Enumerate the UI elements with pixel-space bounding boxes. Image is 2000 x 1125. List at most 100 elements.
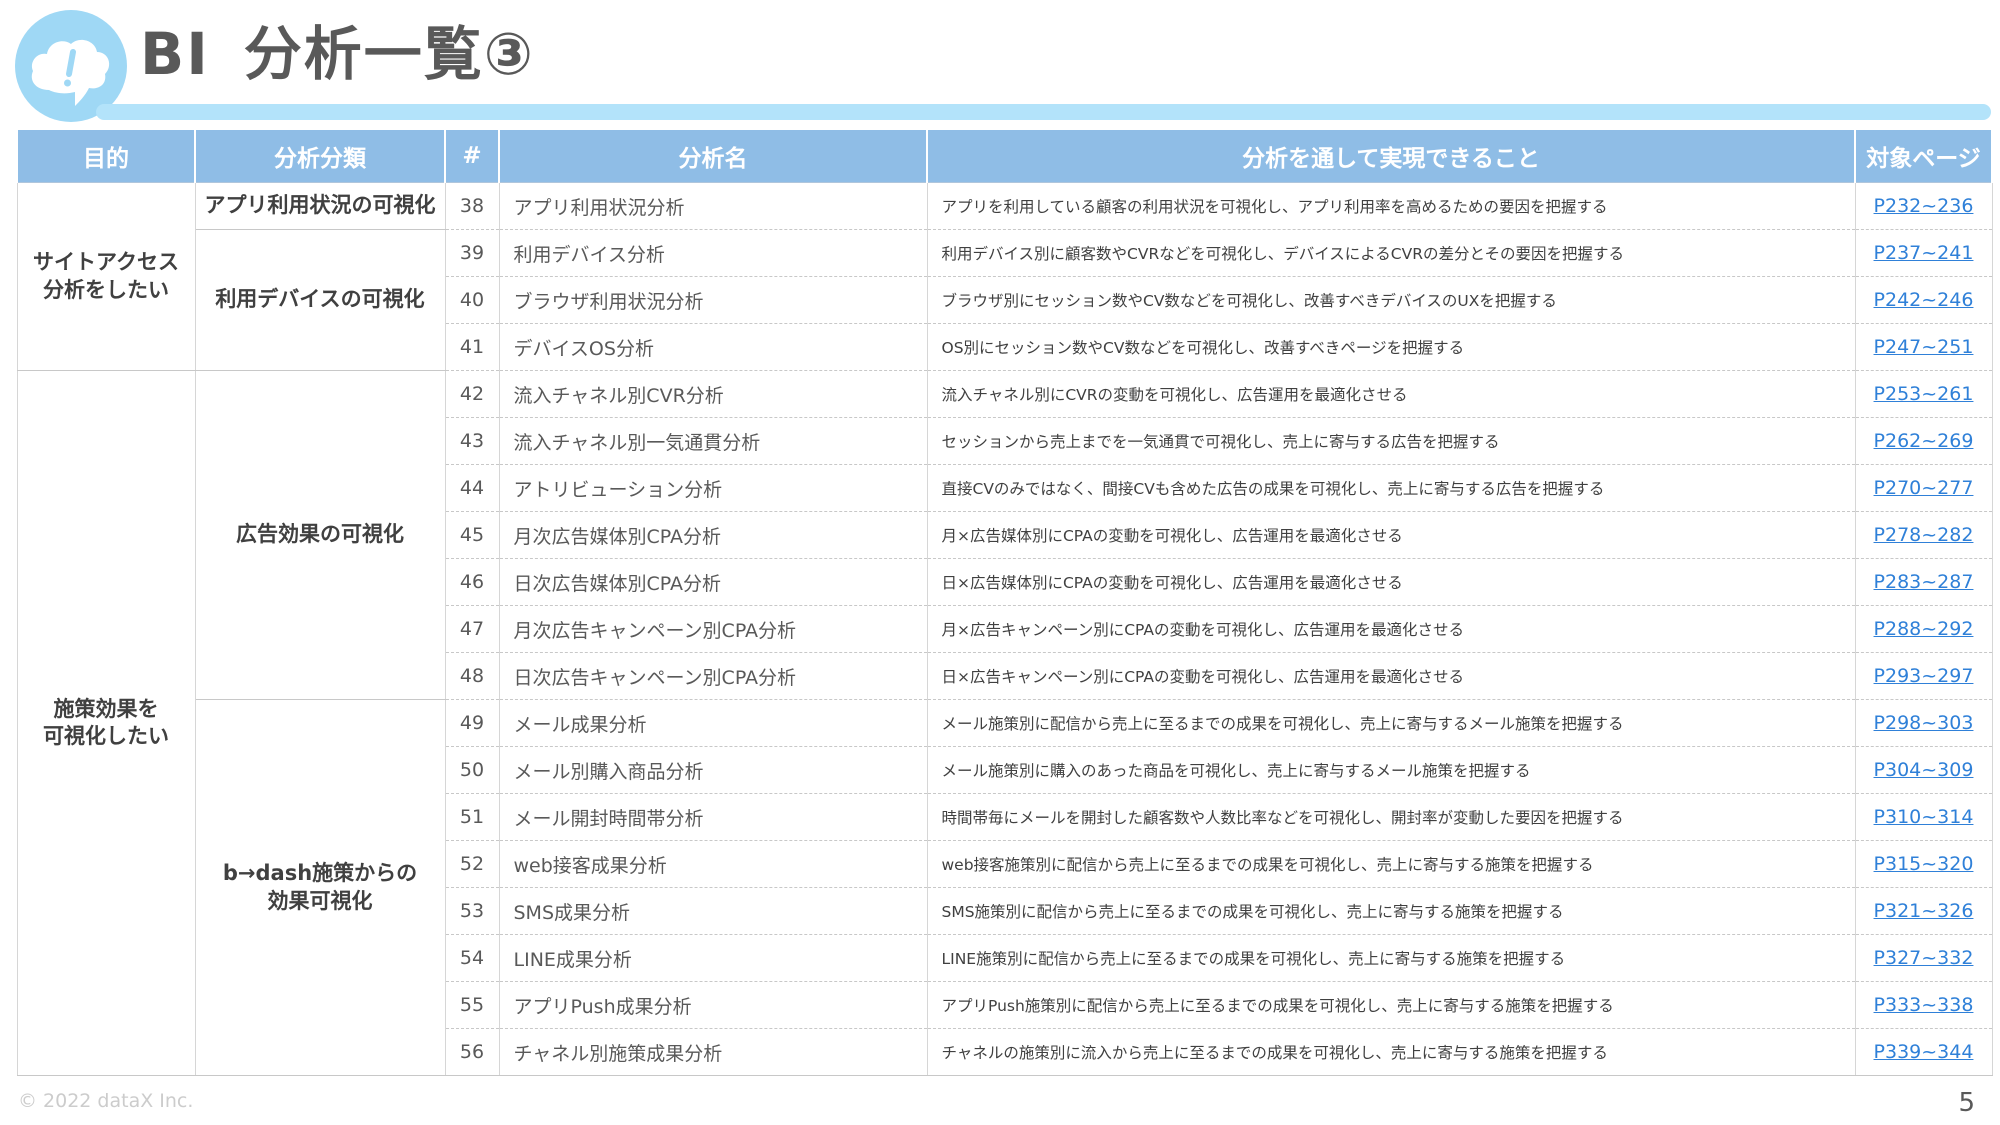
analysis-description: 日×広告媒体別にCPAの変動を可視化し、広告運用を最適化させる <box>926 558 1856 606</box>
row-number: 53 <box>444 887 500 935</box>
analysis-description: SMS施策別に配信から売上に至るまでの成果を可視化し、売上に寄与する施策を把握す… <box>926 887 1856 935</box>
page-title: BI 分析一覧③ <box>140 14 535 94</box>
analysis-table: 目的 分析分類 # 分析名 分析を通して実現できること 対象ページ サイトアクセ… <box>16 130 1993 1076</box>
analysis-name: LINE成果分析 <box>498 934 928 982</box>
page-link[interactable]: P242~246 <box>1874 289 1974 311</box>
category-cell: b→dash施策からの 効果可視化 <box>194 699 446 1076</box>
analysis-name: web接客成果分析 <box>498 840 928 888</box>
analysis-description: web接客施策別に配信から売上に至るまでの成果を可視化し、売上に寄与する施策を把… <box>926 840 1856 888</box>
page-link-cell[interactable]: P247~251 <box>1854 323 1993 371</box>
page-link[interactable]: P237~241 <box>1874 242 1974 264</box>
page-link-cell[interactable]: P242~246 <box>1854 276 1993 324</box>
analysis-description: 月×広告キャンペーン別にCPAの変動を可視化し、広告運用を最適化させる <box>926 605 1856 653</box>
page-link-cell[interactable]: P253~261 <box>1854 370 1993 418</box>
page-link-cell[interactable]: P232~236 <box>1854 182 1993 230</box>
page-link-cell[interactable]: P237~241 <box>1854 229 1993 277</box>
analysis-name: 月次広告媒体別CPA分析 <box>498 511 928 559</box>
title-prefix: BI <box>140 20 210 88</box>
page-link-cell[interactable]: P283~287 <box>1854 558 1993 606</box>
header-category: 分析分類 <box>194 130 446 183</box>
page-link-cell[interactable]: P327~332 <box>1854 934 1993 982</box>
page-link-cell[interactable]: P270~277 <box>1854 464 1993 512</box>
table-row: サイトアクセス 分析をしたい アプリ利用状況の可視化 38 アプリ利用状況分析 ア… <box>16 182 1993 371</box>
analysis-name: ブラウザ利用状況分析 <box>498 276 928 324</box>
analysis-name: 日次広告媒体別CPA分析 <box>498 558 928 606</box>
analysis-name: 流入チャネル別CVR分析 <box>498 370 928 418</box>
page-link[interactable]: P270~277 <box>1874 477 1974 499</box>
page-link[interactable]: P310~314 <box>1874 806 1974 828</box>
analysis-description: メール施策別に配信から売上に至るまでの成果を可視化し、売上に寄与するメール施策を… <box>926 699 1856 747</box>
page-number: 5 <box>1958 1088 1975 1118</box>
row-number: 45 <box>444 511 500 559</box>
page-link[interactable]: P278~282 <box>1874 524 1974 546</box>
page-link-cell[interactable]: P293~297 <box>1854 652 1993 700</box>
page-link[interactable]: P333~338 <box>1874 994 1974 1016</box>
page-link-cell[interactable]: P315~320 <box>1854 840 1993 888</box>
analysis-name: デバイスOS分析 <box>498 323 928 371</box>
analysis-description: LINE施策別に配信から売上に至るまでの成果を可視化し、売上に寄与する施策を把握… <box>926 934 1856 982</box>
analysis-name: チャネル別施策成果分析 <box>498 1028 928 1076</box>
page-link[interactable]: P247~251 <box>1874 336 1974 358</box>
table-row: 施策効果を 可視化したい 広告効果の可視化 42 流入チャネル別CVR分析 流入チ… <box>16 370 1993 1076</box>
analysis-name: メール別購入商品分析 <box>498 746 928 794</box>
row-number: 56 <box>444 1028 500 1076</box>
row-number: 42 <box>444 370 500 418</box>
page-link-cell[interactable]: P310~314 <box>1854 793 1993 841</box>
category-cell: 利用デバイスの可視化 <box>194 229 446 371</box>
copyright-text: © 2022 dataX Inc. <box>18 1090 194 1112</box>
analysis-name: アトリビューション分析 <box>498 464 928 512</box>
analysis-name: 日次広告キャンペーン別CPA分析 <box>498 652 928 700</box>
page-link[interactable]: P321~326 <box>1874 900 1974 922</box>
row-number: 44 <box>444 464 500 512</box>
row-number: 46 <box>444 558 500 606</box>
table-row: 利用デバイスの可視化 39 利用デバイス分析 利用デバイス別に顧客数やCVRなど… <box>17 229 1993 371</box>
analysis-description: アプリを利用している顧客の利用状況を可視化し、アプリ利用率を高めるための要因を把… <box>926 182 1856 230</box>
category-cell: アプリ利用状況の可視化 <box>194 182 446 230</box>
row-number: 43 <box>444 417 500 465</box>
page-link[interactable]: P327~332 <box>1874 947 1974 969</box>
row-number: 48 <box>444 652 500 700</box>
header-number: # <box>444 130 500 183</box>
analysis-description: メール施策別に購入のあった商品を可視化し、売上に寄与するメール施策を把握する <box>926 746 1856 794</box>
page-link[interactable]: P253~261 <box>1874 383 1974 405</box>
page-link-cell[interactable]: P333~338 <box>1854 981 1993 1029</box>
analysis-description: 日×広告キャンペーン別にCPAの変動を可視化し、広告運用を最適化させる <box>926 652 1856 700</box>
analysis-description: 利用デバイス別に顧客数やCVRなどを可視化し、デバイスによるCVRの差分とその要… <box>926 229 1856 277</box>
page-link[interactable]: P315~320 <box>1874 853 1974 875</box>
title-underline-bar <box>96 104 1991 120</box>
row-number: 38 <box>444 182 500 230</box>
page-link-cell[interactable]: P321~326 <box>1854 887 1993 935</box>
row-number: 52 <box>444 840 500 888</box>
purpose-cell: 施策効果を 可視化したい <box>16 370 196 1076</box>
analysis-name: 利用デバイス分析 <box>498 229 928 277</box>
page-link[interactable]: P262~269 <box>1874 430 1974 452</box>
category-cell: 広告効果の可視化 <box>194 370 446 700</box>
page-link[interactable]: P339~344 <box>1874 1041 1974 1063</box>
row-number: 41 <box>444 323 500 371</box>
page-link[interactable]: P288~292 <box>1874 618 1974 640</box>
page-link[interactable]: P283~287 <box>1874 571 1974 593</box>
page-link-cell[interactable]: P278~282 <box>1854 511 1993 559</box>
analysis-description: 直接CVのみではなく、間接CVも含めた広告の成果を可視化し、売上に寄与する広告を… <box>926 464 1856 512</box>
analysis-description: 流入チャネル別にCVRの変動を可視化し、広告運用を最適化させる <box>926 370 1856 418</box>
analysis-description: チャネルの施策別に流入から売上に至るまでの成果を可視化し、売上に寄与する施策を把… <box>926 1028 1856 1076</box>
row-number: 50 <box>444 746 500 794</box>
page-link[interactable]: P298~303 <box>1874 712 1974 734</box>
analysis-name: 月次広告キャンペーン別CPA分析 <box>498 605 928 653</box>
page-link[interactable]: P293~297 <box>1874 665 1974 687</box>
header-purpose: 目的 <box>16 130 196 183</box>
page-link-cell[interactable]: P262~269 <box>1854 417 1993 465</box>
analysis-name: メール成果分析 <box>498 699 928 747</box>
row-number: 51 <box>444 793 500 841</box>
analysis-description: 時間帯毎にメールを開封した顧客数や人数比率などを可視化し、開封率が変動した要因を… <box>926 793 1856 841</box>
page-link[interactable]: P232~236 <box>1874 195 1974 217</box>
analysis-name: アプリPush成果分析 <box>498 981 928 1029</box>
page-link-cell[interactable]: P298~303 <box>1854 699 1993 747</box>
page-link[interactable]: P304~309 <box>1874 759 1974 781</box>
analysis-description: ブラウザ別にセッション数やCV数などを可視化し、改善すべきデバイスのUXを把握す… <box>926 276 1856 324</box>
page-link-cell[interactable]: P339~344 <box>1854 1028 1993 1076</box>
purpose-cell: サイトアクセス 分析をしたい <box>16 182 196 371</box>
analysis-name: メール開封時間帯分析 <box>498 793 928 841</box>
page-link-cell[interactable]: P288~292 <box>1854 605 1993 653</box>
page-link-cell[interactable]: P304~309 <box>1854 746 1993 794</box>
